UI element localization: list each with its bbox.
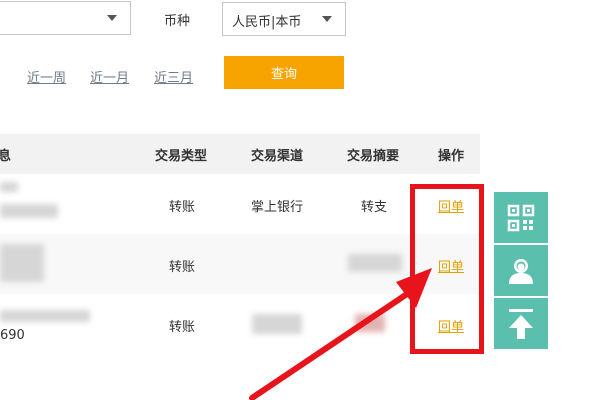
back-to-top-button[interactable] — [494, 298, 548, 349]
redacted-info — [0, 204, 58, 218]
currency-select[interactable]: 人民币|本币 — [222, 2, 346, 36]
transaction-type: 转账 — [169, 260, 196, 275]
header-transaction-summary: 交易摘要 — [347, 149, 400, 164]
currency-label: 币种 — [164, 14, 191, 29]
annotation-highlight-box — [410, 184, 484, 354]
redacted-summary — [355, 314, 385, 332]
header-info: 息 — [0, 149, 12, 164]
table-row: 690 转账 回单 — [0, 294, 480, 354]
transaction-channel: 掌上银行 — [251, 200, 304, 215]
table-row: 转账 回单 — [0, 234, 480, 294]
header-transaction-channel: 交易渠道 — [251, 149, 304, 164]
date-shortcut-three-months[interactable]: 近三月 — [154, 67, 193, 86]
redacted-info — [0, 182, 18, 192]
transaction-type: 转账 — [169, 320, 196, 335]
query-button-label: 查询 — [270, 67, 297, 82]
currency-select-value: 人民币|本币 — [232, 15, 302, 30]
header-transaction-type: 交易类型 — [155, 149, 208, 164]
table-header: 息 交易类型 交易渠道 交易摘要 操作 — [0, 134, 480, 174]
date-shortcut-week[interactable]: 近一周 — [27, 67, 66, 86]
info-extra: 690 — [0, 328, 25, 343]
chevron-down-icon — [107, 15, 117, 21]
transaction-type: 转账 — [169, 200, 196, 215]
header-action: 操作 — [438, 149, 465, 164]
redacted-info — [0, 310, 90, 322]
back-to-top-icon — [509, 308, 533, 339]
query-button[interactable]: 查询 — [224, 56, 344, 89]
customer-service-icon — [509, 258, 533, 284]
customer-service-button[interactable] — [494, 245, 548, 296]
redacted-summary — [348, 254, 402, 272]
chevron-down-icon — [322, 16, 332, 22]
redacted-info — [0, 244, 44, 282]
account-select[interactable] — [0, 1, 131, 35]
qr-code-icon — [507, 204, 535, 231]
table-row: 转账 掌上银行 转支 回单 — [0, 174, 480, 234]
qr-code-button[interactable] — [494, 192, 548, 243]
date-shortcut-month[interactable]: 近一月 — [90, 67, 129, 86]
redacted-channel — [252, 314, 302, 334]
transaction-summary: 转支 — [361, 200, 388, 215]
